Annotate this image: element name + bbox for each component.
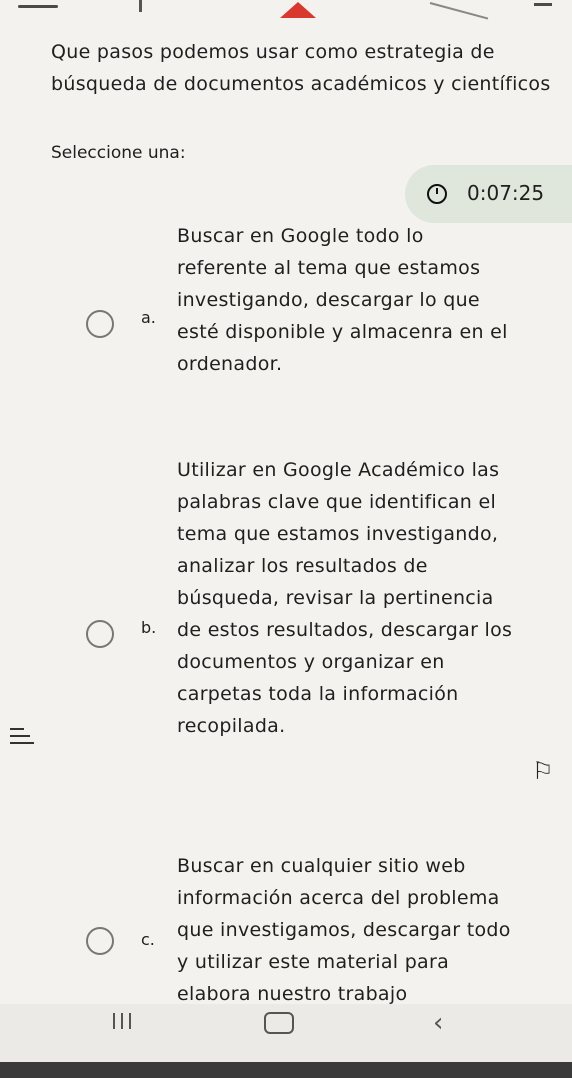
nav-tab-indicator [280,2,316,18]
option-text-a: Buscar en Google todo lo referente al te… [177,225,508,375]
home-icon[interactable] [264,1012,294,1034]
top-line [429,2,489,20]
question-prompt: Seleccione una: [51,143,186,163]
recents-icon[interactable] [113,1013,137,1033]
radio-button-b[interactable] [86,620,114,648]
quiz-timer: 0:07:25 [405,165,572,223]
timer-value: 0:07:25 [467,181,545,205]
option-letter-a: a. [141,308,156,327]
top-bar [0,0,572,30]
option-text-c: Buscar en cualquier sitio web informació… [177,855,511,1005]
option-letter-c: c. [141,930,155,949]
menu-handle-icon[interactable] [10,728,34,748]
back-icon[interactable]: ‹ [433,1008,443,1038]
radio-button-a[interactable] [86,310,114,338]
bottom-edge [0,1062,572,1078]
top-tick [139,0,142,12]
option-text-b: Utilizar en Google Académico las palabra… [177,459,513,737]
flag-icon[interactable]: ⚐ [532,757,554,785]
minimize-mark [534,3,552,6]
clock-icon [427,184,447,204]
radio-button-c[interactable] [86,927,114,955]
top-mark [18,5,58,8]
question-text: Que pasos podemos usar como estrategia d… [51,41,551,95]
option-letter-b: b. [141,618,157,637]
